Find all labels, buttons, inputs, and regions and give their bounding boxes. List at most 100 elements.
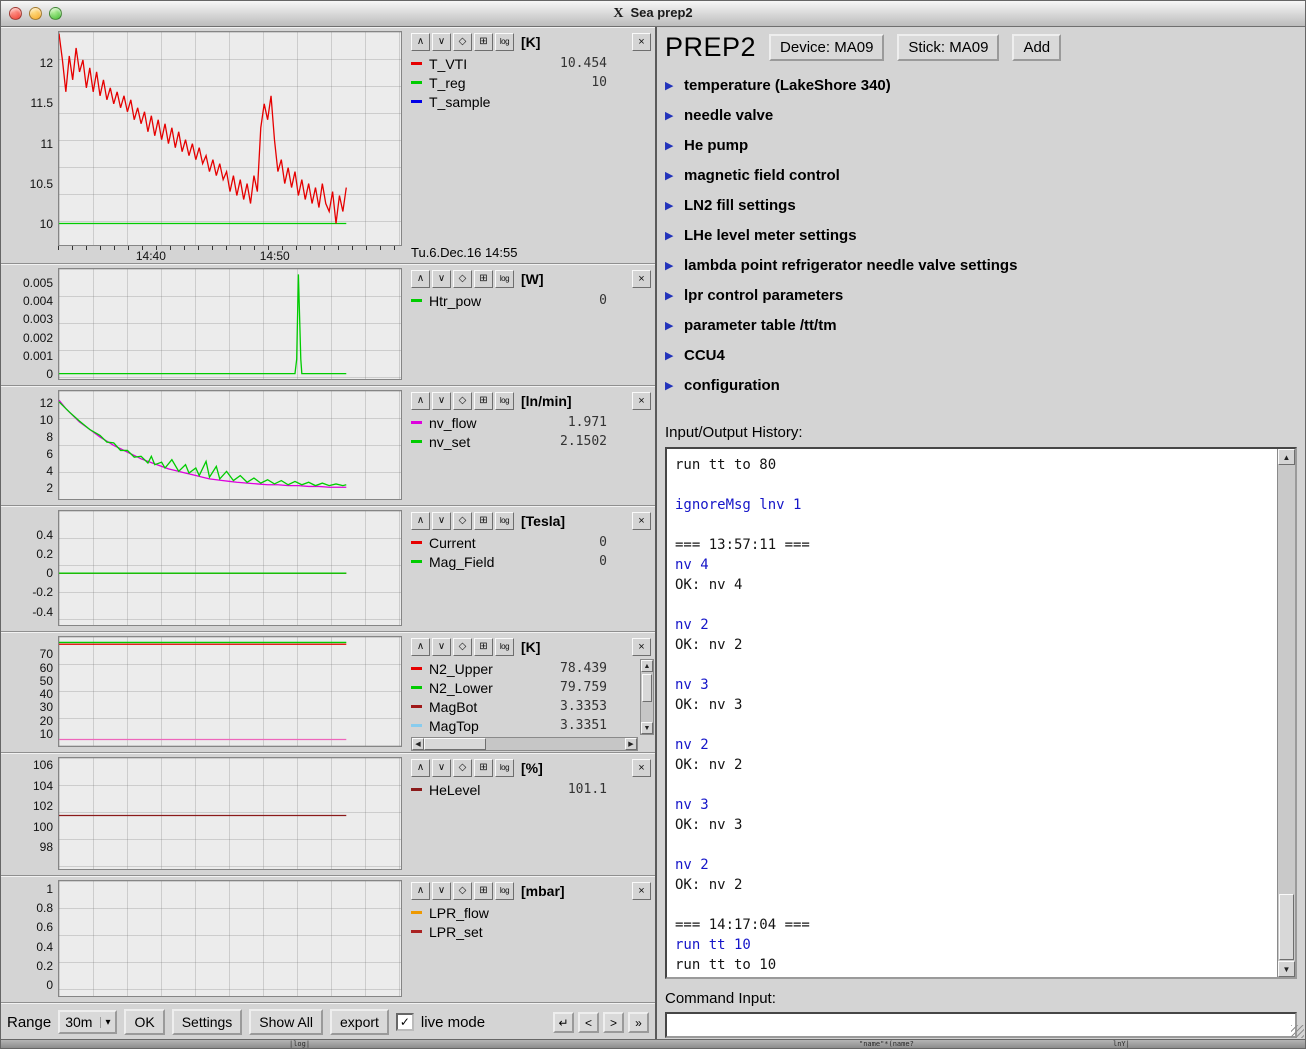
scroll-down-arrow-icon[interactable]: ▼	[1278, 961, 1295, 977]
legend-entry[interactable]: nv_set2.1502	[411, 432, 651, 451]
chart-scroll-down-button[interactable]: ∨	[432, 392, 451, 410]
chart-grid-button[interactable]: ⊞	[474, 392, 493, 410]
scroll-up-arrow-icon[interactable]: ▲	[641, 660, 653, 672]
section-item[interactable]: ▶configuration	[665, 370, 1297, 400]
chart-grid-button[interactable]: ⊞	[474, 270, 493, 288]
section-item[interactable]: ▶LHe level meter settings	[665, 220, 1297, 250]
plot-area[interactable]	[58, 390, 402, 500]
step-back-button[interactable]: <	[578, 1012, 599, 1033]
legend-entry[interactable]: N2_Lower79.759	[411, 678, 633, 697]
legend-horizontal-scrollbar[interactable]: ◀▶	[411, 737, 638, 751]
chart-grid-button[interactable]: ⊞	[474, 759, 493, 777]
plot-area[interactable]	[58, 31, 402, 246]
chart-zoom-button[interactable]: ◇	[453, 33, 472, 51]
chart-scroll-up-button[interactable]: ∧	[411, 638, 430, 656]
section-item[interactable]: ▶temperature (LakeShore 340)	[665, 70, 1297, 100]
settings-button[interactable]: Settings	[172, 1009, 243, 1035]
io-history-console[interactable]: run tt 80run tt to 80 ignoreMsg lnv 1 ==…	[665, 447, 1297, 979]
chart-close-button[interactable]: ×	[632, 638, 651, 656]
chart-zoom-button[interactable]: ◇	[453, 392, 472, 410]
chart-scroll-up-button[interactable]: ∧	[411, 270, 430, 288]
chart-scroll-up-button[interactable]: ∧	[411, 392, 430, 410]
add-button[interactable]: Add	[1012, 34, 1061, 61]
section-item[interactable]: ▶lpr control parameters	[665, 280, 1297, 310]
section-item[interactable]: ▶CCU4	[665, 340, 1297, 370]
window-close-button[interactable]	[9, 7, 22, 20]
legend-entry[interactable]: LPR_flow	[411, 903, 651, 922]
legend-entry[interactable]: MagTop3.3351	[411, 716, 633, 735]
chart-log-scale-button[interactable]: log	[495, 882, 514, 900]
section-item[interactable]: ▶LN2 fill settings	[665, 190, 1297, 220]
window-minimize-button[interactable]	[29, 7, 42, 20]
range-select[interactable]: 30m ▾	[58, 1010, 117, 1034]
chart-scroll-down-button[interactable]: ∨	[432, 270, 451, 288]
chart-scroll-up-button[interactable]: ∧	[411, 33, 430, 51]
chart-scroll-up-button[interactable]: ∧	[411, 512, 430, 530]
scroll-left-arrow-icon[interactable]: ◀	[412, 738, 424, 750]
chart-log-scale-button[interactable]: log	[495, 270, 514, 288]
scroll-down-arrow-icon[interactable]: ▼	[641, 722, 653, 734]
chart-zoom-button[interactable]: ◇	[453, 512, 472, 530]
ok-button[interactable]: OK	[124, 1009, 164, 1035]
legend-entry[interactable]: LPR_set	[411, 922, 651, 941]
live-mode-checkbox[interactable]: ✓	[396, 1013, 414, 1031]
chart-close-button[interactable]: ×	[632, 33, 651, 51]
chart-log-scale-button[interactable]: log	[495, 638, 514, 656]
chart-zoom-button[interactable]: ◇	[453, 638, 472, 656]
chart-grid-button[interactable]: ⊞	[474, 882, 493, 900]
resize-grip[interactable]	[1291, 1025, 1304, 1038]
plot-area[interactable]	[58, 636, 402, 747]
section-item[interactable]: ▶parameter table /tt/tm	[665, 310, 1297, 340]
export-button[interactable]: export	[330, 1009, 389, 1035]
legend-entry[interactable]: T_VTI10.454	[411, 54, 651, 73]
chart-scroll-down-button[interactable]: ∨	[432, 33, 451, 51]
legend-vertical-scrollbar[interactable]: ▲▼	[640, 659, 654, 735]
scrollbar-thumb[interactable]	[1279, 894, 1294, 960]
scroll-right-arrow-icon[interactable]: ▶	[625, 738, 637, 750]
section-item[interactable]: ▶He pump	[665, 130, 1297, 160]
chart-log-scale-button[interactable]: log	[495, 759, 514, 777]
chart-grid-button[interactable]: ⊞	[474, 33, 493, 51]
chart-close-button[interactable]: ×	[632, 882, 651, 900]
chart-log-scale-button[interactable]: log	[495, 33, 514, 51]
chart-grid-button[interactable]: ⊞	[474, 638, 493, 656]
chart-close-button[interactable]: ×	[632, 512, 651, 530]
legend-entry[interactable]: Current0	[411, 533, 651, 552]
chart-log-scale-button[interactable]: log	[495, 512, 514, 530]
chart-grid-button[interactable]: ⊞	[474, 512, 493, 530]
step-forward-button[interactable]: >	[603, 1012, 624, 1033]
return-button[interactable]: ↵	[553, 1012, 574, 1033]
show-all-button[interactable]: Show All	[249, 1009, 323, 1035]
plot-area[interactable]	[58, 510, 402, 626]
legend-entry[interactable]: MagBot3.3353	[411, 697, 633, 716]
legend-entry[interactable]: N2_Upper78.439	[411, 659, 633, 678]
plot-area[interactable]	[58, 268, 402, 380]
scrollbar-thumb[interactable]	[642, 674, 652, 702]
legend-entry[interactable]: T_sample	[411, 92, 651, 111]
legend-entry[interactable]: T_reg10	[411, 73, 651, 92]
device-button[interactable]: Device: MA09	[769, 34, 884, 61]
window-zoom-button[interactable]	[49, 7, 62, 20]
chart-scroll-up-button[interactable]: ∧	[411, 759, 430, 777]
section-item[interactable]: ▶lambda point refrigerator needle valve …	[665, 250, 1297, 280]
chart-close-button[interactable]: ×	[632, 759, 651, 777]
chart-scroll-down-button[interactable]: ∨	[432, 512, 451, 530]
chart-zoom-button[interactable]: ◇	[453, 759, 472, 777]
chart-close-button[interactable]: ×	[632, 392, 651, 410]
chart-close-button[interactable]: ×	[632, 270, 651, 288]
legend-entry[interactable]: Htr_pow0	[411, 291, 651, 310]
chart-scroll-up-button[interactable]: ∧	[411, 882, 430, 900]
chart-scroll-down-button[interactable]: ∨	[432, 759, 451, 777]
window-titlebar[interactable]: XSea prep2	[1, 1, 1305, 27]
chart-zoom-button[interactable]: ◇	[453, 882, 472, 900]
legend-entry[interactable]: nv_flow1.971	[411, 413, 651, 432]
legend-entry[interactable]: Mag_Field0	[411, 552, 651, 571]
jump-to-end-button[interactable]: »	[628, 1012, 649, 1033]
plot-area[interactable]	[58, 880, 402, 997]
command-input[interactable]	[665, 1012, 1297, 1038]
scrollbar-thumb[interactable]	[424, 738, 486, 750]
legend-entry[interactable]: HeLevel101.1	[411, 780, 651, 799]
section-item[interactable]: ▶needle valve	[665, 100, 1297, 130]
chart-scroll-down-button[interactable]: ∨	[432, 882, 451, 900]
chart-log-scale-button[interactable]: log	[495, 392, 514, 410]
